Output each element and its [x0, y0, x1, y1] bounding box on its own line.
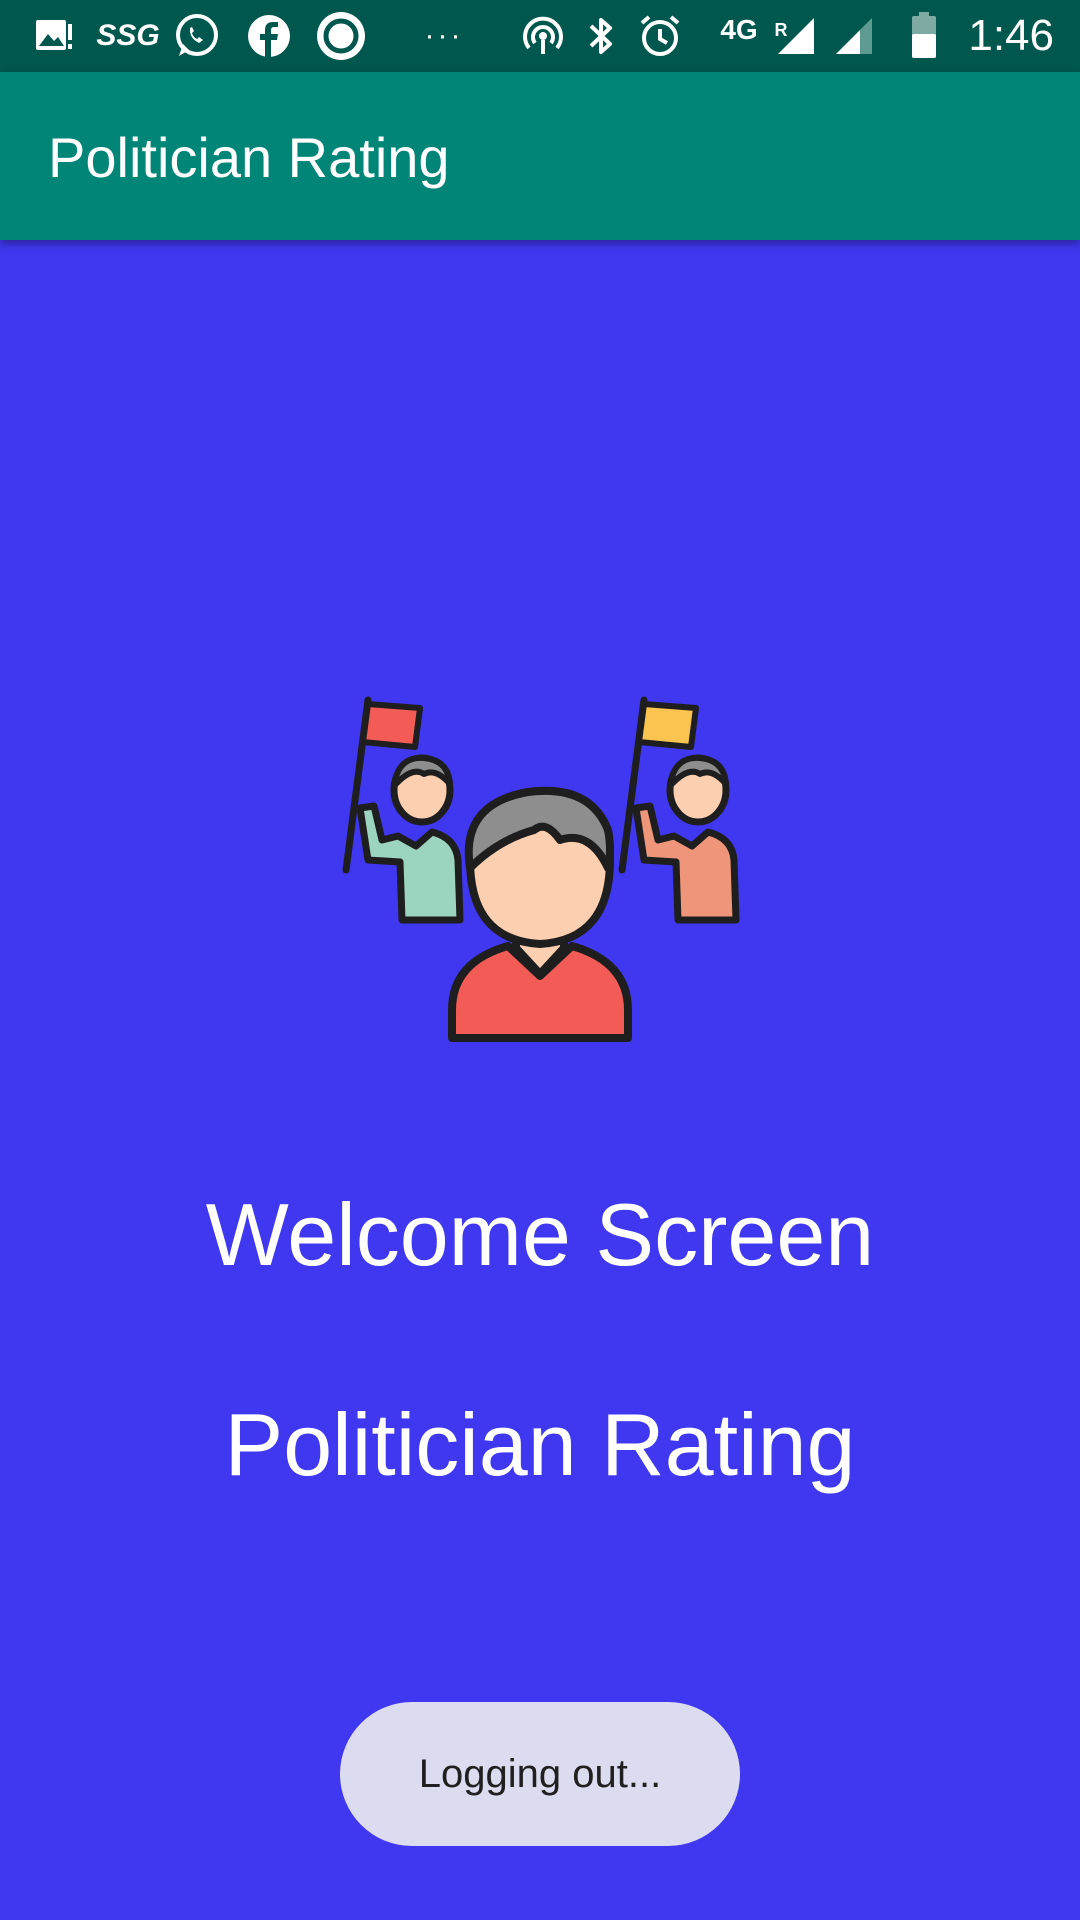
app-ring-icon — [314, 12, 368, 60]
welcome-heading: Welcome Screen — [205, 1185, 875, 1284]
gallery-icon — [34, 14, 74, 58]
hotspot-icon — [518, 14, 568, 58]
signal-icon — [776, 14, 816, 58]
battery-icon — [910, 12, 938, 58]
app-bar: Politician Rating — [0, 72, 1080, 240]
network-type-label: 4G — [720, 14, 758, 45]
alarm-icon — [636, 14, 684, 58]
right-supporter-figure — [618, 696, 740, 924]
toast-message: Logging out... — [418, 1751, 662, 1796]
politician-supporters-illustration — [320, 680, 760, 1060]
signal-2-icon — [834, 14, 874, 58]
app-name-heading: Politician Rating — [224, 1395, 856, 1494]
app-bar-title: Politician Rating — [48, 126, 450, 189]
status-clock: 1:46 — [968, 11, 1054, 60]
status-bar: SSG ··· 4G R 1:46 — [0, 0, 1080, 72]
ssg-icon: SSG — [96, 19, 160, 52]
facebook-icon — [244, 14, 294, 58]
central-politician-figure — [448, 786, 632, 1042]
logout-toast: Logging out... — [340, 1702, 740, 1846]
whatsapp-icon — [172, 14, 222, 58]
bluetooth-icon — [584, 14, 618, 58]
left-supporter-figure — [342, 696, 464, 924]
more-icon: ··· — [424, 19, 464, 52]
